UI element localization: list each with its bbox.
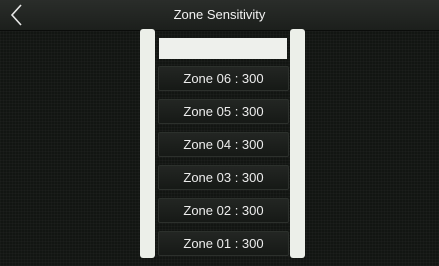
zone-04-button[interactable]: Zone 04 : 300 — [158, 132, 289, 157]
zone-01-button[interactable]: Zone 01 : 300 — [158, 231, 289, 256]
empty-list-slot — [159, 38, 287, 59]
header-bar: Zone Sensitivity — [0, 0, 439, 31]
zone-02-button[interactable]: Zone 02 : 300 — [158, 198, 289, 223]
zone-05-button[interactable]: Zone 05 : 300 — [158, 99, 289, 124]
left-scroll-rail — [140, 29, 155, 258]
zone-06-button[interactable]: Zone 06 : 300 — [158, 66, 289, 91]
page-title: Zone Sensitivity — [173, 7, 266, 22]
zone-sensitivity-screen: Zone Sensitivity Zone 06 : 300 Zone 05 :… — [0, 0, 439, 266]
right-scroll-rail — [290, 29, 305, 258]
zone-03-button[interactable]: Zone 03 : 300 — [158, 165, 289, 190]
